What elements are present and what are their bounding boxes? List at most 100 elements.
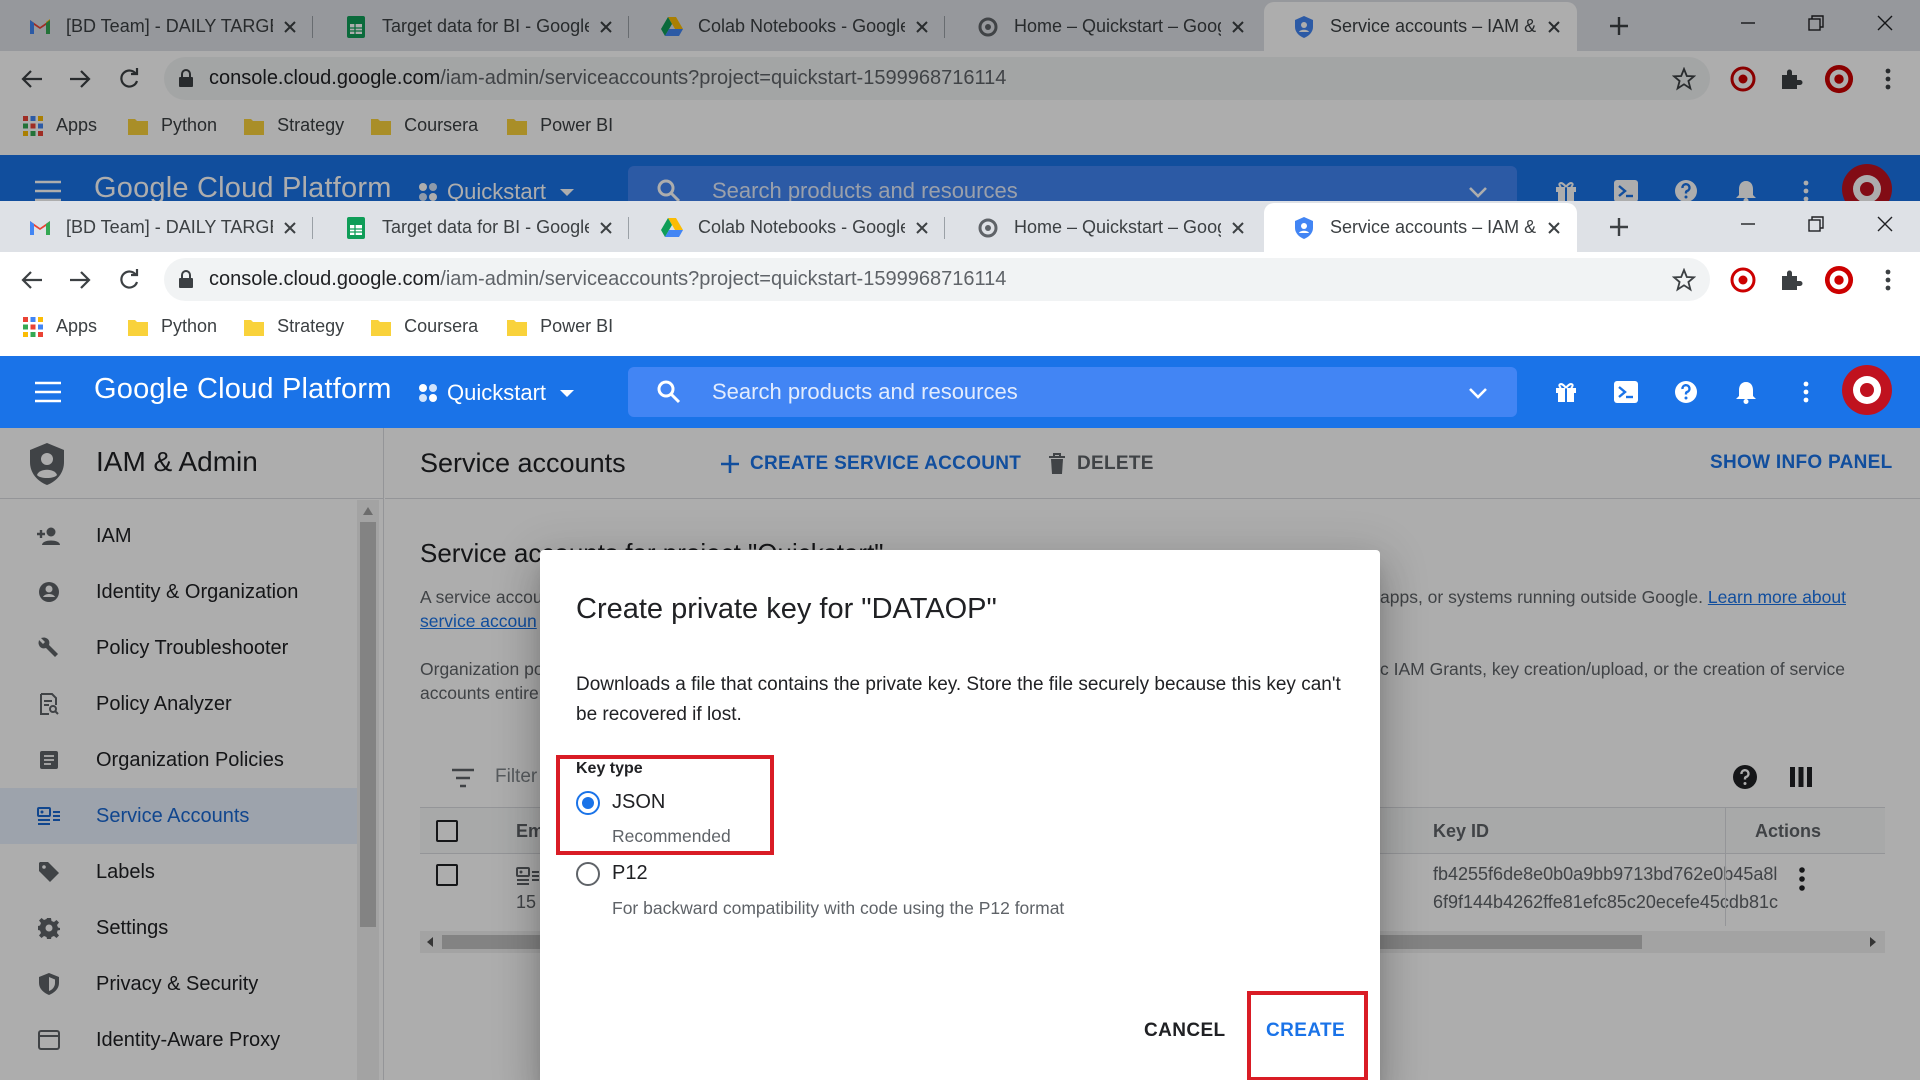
cloud-shell-icon[interactable] bbox=[1612, 177, 1640, 201]
hamburger-menu-icon[interactable] bbox=[33, 178, 63, 201]
close-icon[interactable] bbox=[595, 217, 617, 239]
tab-sheets[interactable]: Target data for BI - Google bbox=[316, 2, 629, 51]
bookmark-coursera[interactable]: Coursera bbox=[370, 111, 478, 141]
nav-item-privacy-security[interactable]: Privacy & Security bbox=[0, 956, 357, 1012]
close-icon[interactable] bbox=[1543, 217, 1565, 239]
window-close-icon[interactable] bbox=[1870, 8, 1900, 38]
browser-menu-icon[interactable] bbox=[1873, 265, 1903, 295]
notifications-bell-icon[interactable] bbox=[1732, 378, 1760, 406]
bookmark-python[interactable]: Python bbox=[127, 312, 217, 342]
back-arrow-icon[interactable] bbox=[17, 64, 47, 94]
filter-icon[interactable] bbox=[450, 765, 476, 791]
close-icon[interactable] bbox=[1227, 16, 1249, 38]
nav-item-identity-aware-proxy[interactable]: Identity-Aware Proxy bbox=[0, 1012, 357, 1068]
bookmark-python[interactable]: Python bbox=[127, 111, 217, 141]
bookmark-apps[interactable]: Apps bbox=[22, 111, 97, 141]
bookmark-strategy[interactable]: Strategy bbox=[243, 111, 344, 141]
close-icon[interactable] bbox=[279, 16, 301, 38]
cancel-button[interactable]: CANCEL bbox=[1144, 1020, 1226, 1042]
bookmark-star-icon[interactable] bbox=[1672, 67, 1696, 91]
cloud-shell-icon[interactable] bbox=[1612, 378, 1640, 406]
nav-scrollbar[interactable] bbox=[357, 500, 379, 1080]
project-selector[interactable]: Quickstart bbox=[417, 380, 578, 406]
forward-arrow-icon[interactable] bbox=[65, 265, 95, 295]
gift-icon[interactable] bbox=[1552, 378, 1580, 406]
address-bar[interactable]: console.cloud.google.com/iam-admin/servi… bbox=[164, 57, 1710, 100]
row-actions-icon[interactable] bbox=[1798, 866, 1806, 892]
extensions-puzzle-icon[interactable] bbox=[1776, 64, 1806, 94]
address-bar[interactable]: console.cloud.google.com/iam-admin/servi… bbox=[164, 258, 1710, 301]
browser-menu-icon[interactable] bbox=[1873, 64, 1903, 94]
chevron-down-icon[interactable] bbox=[1465, 179, 1491, 201]
bookmark-power-bi[interactable]: Power BI bbox=[506, 111, 613, 141]
nav-item-iam[interactable]: IAM bbox=[0, 508, 357, 564]
row-checkbox[interactable] bbox=[436, 864, 458, 886]
gcp-title[interactable]: Google Cloud Platform bbox=[94, 172, 392, 201]
tab-drive[interactable]: Colab Notebooks - Google bbox=[632, 2, 945, 51]
filter-input[interactable]: Filter bbox=[495, 766, 537, 788]
avatar[interactable] bbox=[1842, 365, 1892, 415]
nav-item-labels[interactable]: Labels bbox=[0, 844, 357, 900]
learn-more-link[interactable]: Learn more about bbox=[1708, 587, 1846, 607]
restore-icon[interactable] bbox=[1801, 8, 1831, 38]
service-accounts-link[interactable]: service accoun bbox=[420, 611, 537, 631]
delete-button[interactable]: DELETE bbox=[1045, 452, 1154, 476]
target-profile-icon[interactable] bbox=[1824, 265, 1854, 295]
bookmark-power-bi[interactable]: Power BI bbox=[506, 312, 613, 342]
scroll-left-arrow-icon[interactable] bbox=[426, 936, 434, 948]
chevron-down-icon[interactable] bbox=[1465, 380, 1491, 406]
nav-item-service-accounts[interactable]: Service Accounts bbox=[0, 788, 357, 844]
more-vert-icon[interactable] bbox=[1792, 177, 1820, 201]
target-profile-icon[interactable] bbox=[1824, 64, 1854, 94]
target-extension-icon[interactable] bbox=[1728, 265, 1758, 295]
bookmark-strategy[interactable]: Strategy bbox=[243, 312, 344, 342]
close-icon[interactable] bbox=[279, 217, 301, 239]
more-vert-icon[interactable] bbox=[1792, 378, 1820, 406]
column-display-icon[interactable] bbox=[1788, 764, 1814, 790]
help-icon[interactable] bbox=[1672, 177, 1700, 201]
select-all-checkbox[interactable] bbox=[436, 820, 458, 842]
tab-gmail[interactable]: [BD Team] - DAILY TARGET S bbox=[0, 2, 313, 51]
json-radio[interactable] bbox=[576, 791, 600, 815]
column-key-id[interactable]: Key ID bbox=[1433, 821, 1489, 842]
create-service-account-button[interactable]: CREATE SERVICE ACCOUNT bbox=[718, 452, 1021, 476]
notifications-bell-icon[interactable] bbox=[1732, 177, 1760, 201]
gcp-search-bar[interactable]: Search products and resources bbox=[628, 367, 1517, 417]
new-tab-icon[interactable] bbox=[1604, 212, 1634, 242]
back-arrow-icon[interactable] bbox=[17, 265, 47, 295]
create-button[interactable]: CREATE bbox=[1266, 1020, 1345, 1042]
tab-service-accounts[interactable]: Service accounts – IAM & A bbox=[1264, 2, 1577, 51]
reload-icon[interactable] bbox=[114, 265, 144, 295]
close-icon[interactable] bbox=[595, 16, 617, 38]
nav-item-settings[interactable]: Settings bbox=[0, 900, 357, 956]
show-info-panel-button[interactable]: SHOW INFO PANEL bbox=[1710, 452, 1893, 474]
avatar[interactable] bbox=[1842, 164, 1892, 201]
close-icon[interactable] bbox=[1543, 16, 1565, 38]
scroll-right-arrow-icon[interactable] bbox=[1869, 936, 1877, 948]
nav-item-identity-organization[interactable]: Identity & Organization bbox=[0, 564, 357, 620]
close-icon[interactable] bbox=[1227, 217, 1249, 239]
bookmark-star-icon[interactable] bbox=[1672, 268, 1696, 292]
bookmark-apps[interactable]: Apps bbox=[22, 312, 97, 342]
json-option-label[interactable]: JSON bbox=[612, 791, 665, 814]
restore-icon[interactable] bbox=[1801, 209, 1831, 239]
new-tab-icon[interactable] bbox=[1604, 11, 1634, 41]
bookmark-coursera[interactable]: Coursera bbox=[370, 312, 478, 342]
hamburger-menu-icon[interactable] bbox=[33, 379, 63, 405]
reload-icon[interactable] bbox=[114, 64, 144, 94]
close-icon[interactable] bbox=[911, 16, 933, 38]
help-icon[interactable] bbox=[1732, 764, 1758, 790]
nav-item-organization-policies[interactable]: Organization Policies bbox=[0, 732, 357, 788]
tab-home[interactable]: Home – Quickstart – Googl bbox=[948, 203, 1261, 252]
tab-home[interactable]: Home – Quickstart – Googl bbox=[948, 2, 1261, 51]
scrollbar-thumb[interactable] bbox=[360, 522, 376, 927]
nav-item-policy-troubleshooter[interactable]: Policy Troubleshooter bbox=[0, 620, 357, 676]
p12-option-label[interactable]: P12 bbox=[612, 862, 648, 885]
gcp-search-bar[interactable]: Search products and resources bbox=[628, 166, 1517, 201]
minimize-icon[interactable] bbox=[1733, 8, 1763, 38]
scroll-up-arrow-icon[interactable] bbox=[362, 506, 374, 516]
window-close-icon[interactable] bbox=[1870, 209, 1900, 239]
close-icon[interactable] bbox=[911, 217, 933, 239]
tab-drive[interactable]: Colab Notebooks - Google bbox=[632, 203, 945, 252]
forward-arrow-icon[interactable] bbox=[65, 64, 95, 94]
